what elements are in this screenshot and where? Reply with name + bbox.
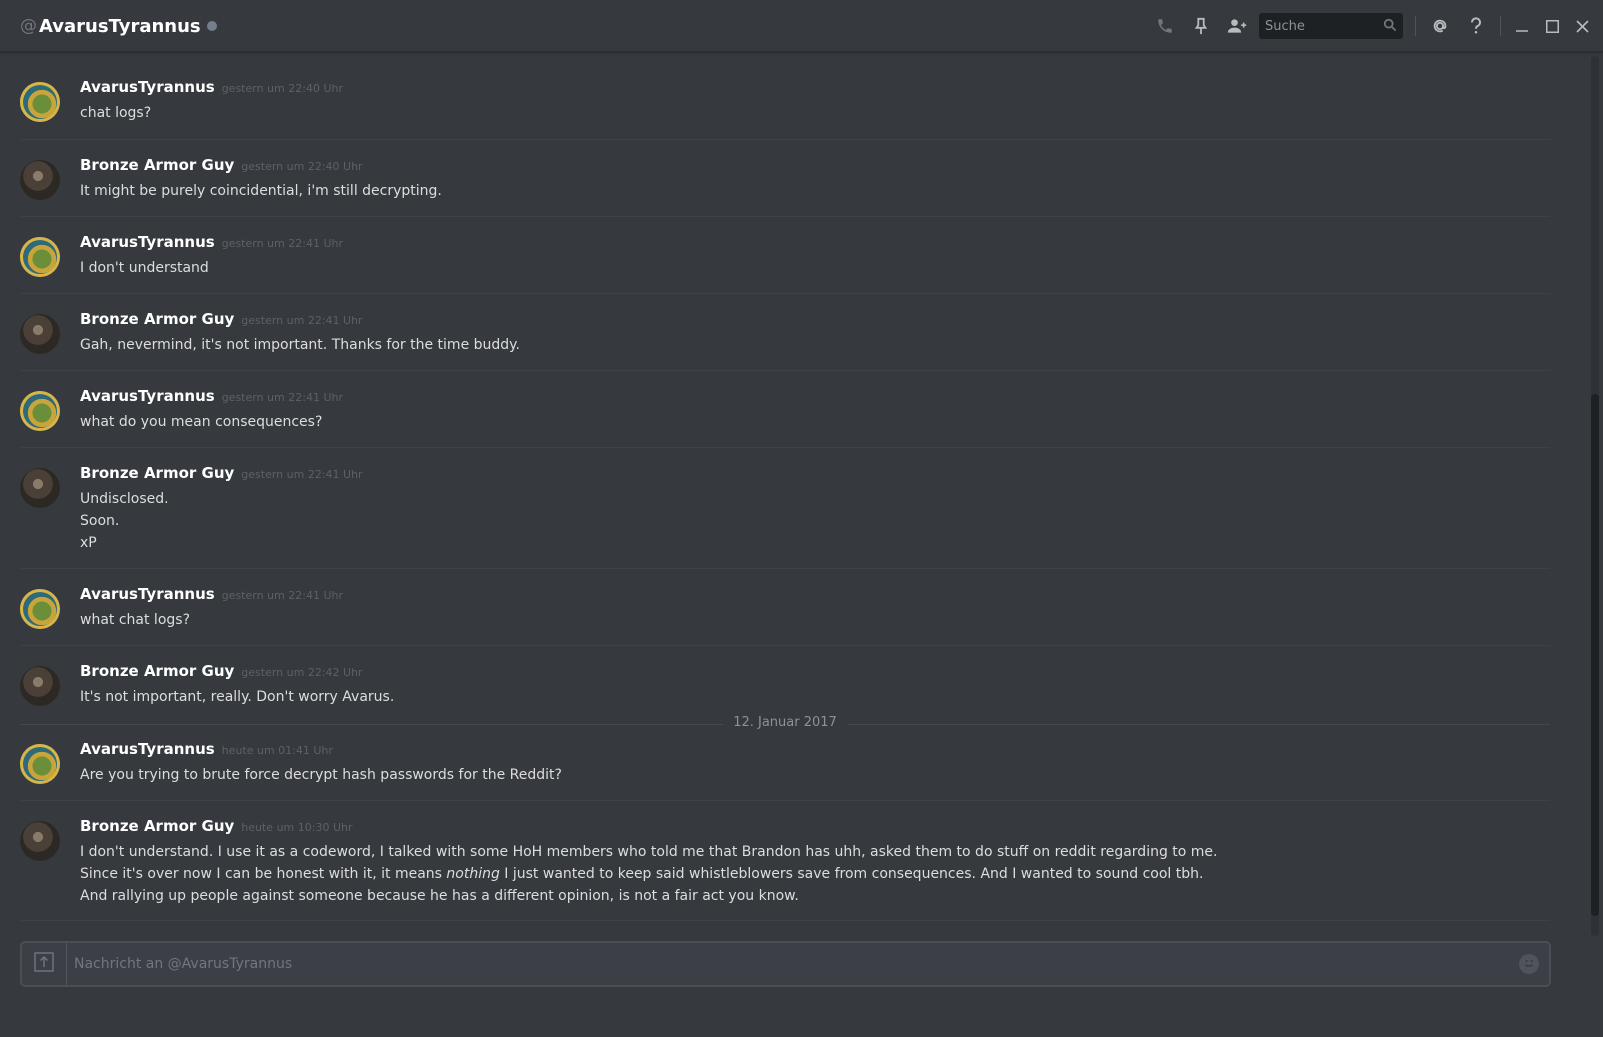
avatar[interactable] <box>20 82 60 122</box>
message-timestamp: heute um 01:41 Uhr <box>221 744 333 757</box>
message-author[interactable]: Bronze Armor Guy <box>80 464 234 482</box>
avatar[interactable] <box>20 468 60 508</box>
message-composer <box>20 941 1551 987</box>
message-text: I don't understand. I use it as a codewo… <box>80 844 1218 860</box>
message-author[interactable]: Bronze Armor Guy <box>80 662 234 680</box>
close-icon[interactable] <box>1567 12 1597 40</box>
message-text: Gah, nevermind, it's not important. Than… <box>80 337 520 353</box>
message-author[interactable]: AvarusTyrannus <box>80 740 215 758</box>
message-timestamp: gestern um 22:41 Uhr <box>221 589 343 602</box>
avatar[interactable] <box>20 744 60 784</box>
search-icon[interactable] <box>1383 17 1397 36</box>
message-text: chat logs? <box>80 105 152 121</box>
help-icon[interactable] <box>1458 12 1494 40</box>
message-text: Soon. <box>80 513 120 529</box>
message-group: Bronze Armor Guy gestern um 22:42 Uhr It'… <box>20 646 1550 724</box>
message-text: I don't understand <box>80 260 209 276</box>
search-input[interactable] <box>1265 18 1383 34</box>
message-group: Bronze Armor Guy gestern um 22:41 Uhr Gah… <box>20 294 1550 371</box>
divider <box>1500 16 1501 36</box>
channel-name[interactable]: AvarusTyrannus <box>39 16 201 37</box>
message-text: And rallying up people against someone b… <box>80 888 799 904</box>
search-box[interactable] <box>1259 13 1403 39</box>
avatar[interactable] <box>20 821 60 861</box>
message-group: AvarusTyrannus heute um 01:41 Uhr Are you… <box>20 724 1550 801</box>
message-group: Bronze Armor Guy gestern um 22:40 Uhr It … <box>20 140 1550 217</box>
avatar[interactable] <box>20 391 60 431</box>
message-author[interactable]: AvarusTyrannus <box>80 585 215 603</box>
channel-header: @ AvarusTyrannus <box>0 0 1603 52</box>
avatar[interactable] <box>20 237 60 277</box>
emoji-button[interactable] <box>1519 954 1539 974</box>
message-text: Since it's over now I can be honest with… <box>80 863 1550 885</box>
maximize-icon[interactable] <box>1537 12 1567 40</box>
message-timestamp: gestern um 22:41 Uhr <box>241 314 363 327</box>
message-group: AvarusTyrannus gestern um 22:40 Uhr chat … <box>20 62 1550 140</box>
message-timestamp: gestern um 22:41 Uhr <box>221 237 343 250</box>
message-author[interactable]: AvarusTyrannus <box>80 233 215 251</box>
mention-icon[interactable] <box>1422 12 1458 40</box>
message-text: what chat logs? <box>80 612 190 628</box>
message-input[interactable] <box>74 943 1509 985</box>
message-author[interactable]: AvarusTyrannus <box>80 387 215 405</box>
message-text-part: I just wanted to keep said whistleblower… <box>499 866 1204 882</box>
minimize-icon[interactable] <box>1507 12 1537 40</box>
scrollbar-thumb[interactable] <box>1591 394 1599 916</box>
emoji-icon <box>1522 955 1536 974</box>
message-group: AvarusTyrannus gestern um 22:41 Uhr what … <box>20 569 1550 646</box>
message-timestamp: gestern um 22:41 Uhr <box>241 468 363 481</box>
message-group: Bronze Armor Guy heute um 10:30 Uhr I don… <box>20 801 1550 921</box>
avatar[interactable] <box>20 589 60 629</box>
message-timestamp: heute um 10:30 Uhr <box>241 821 353 834</box>
avatar[interactable] <box>20 314 60 354</box>
message-timestamp: gestern um 22:40 Uhr <box>221 82 343 95</box>
message-text: Undisclosed. <box>80 491 169 507</box>
message-author[interactable]: Bronze Armor Guy <box>80 310 234 328</box>
message-text: It's not important, really. Don't worry … <box>80 689 395 705</box>
message-text-part: Since it's over now I can be honest with… <box>80 866 447 882</box>
upload-button[interactable] <box>22 943 67 985</box>
phone-icon[interactable] <box>1147 12 1183 40</box>
upload-icon <box>34 952 54 976</box>
pin-icon[interactable] <box>1183 12 1219 40</box>
message-author[interactable]: AvarusTyrannus <box>80 78 215 96</box>
avatar[interactable] <box>20 160 60 200</box>
divider <box>1415 16 1416 36</box>
message-timestamp: gestern um 22:42 Uhr <box>241 666 363 679</box>
channel-title-area: @ AvarusTyrannus <box>20 12 217 40</box>
message-text: It might be purely coincidential, i'm st… <box>80 183 442 199</box>
message-text-italic: nothing <box>446 866 500 882</box>
message-text: what do you mean consequences? <box>80 414 323 430</box>
message-author[interactable]: Bronze Armor Guy <box>80 817 234 835</box>
add-friend-icon[interactable] <box>1219 12 1255 40</box>
message-group: AvarusTyrannus gestern um 22:41 Uhr what … <box>20 371 1550 448</box>
avatar[interactable] <box>20 666 60 706</box>
message-author[interactable]: Bronze Armor Guy <box>80 156 234 174</box>
message-timestamp: gestern um 22:41 Uhr <box>221 391 343 404</box>
message-group: Bronze Armor Guy gestern um 22:41 Uhr Und… <box>20 448 1550 569</box>
at-symbol: @ <box>20 16 37 36</box>
message-group: AvarusTyrannus gestern um 22:41 Uhr I don… <box>20 217 1550 294</box>
message-timestamp: gestern um 22:40 Uhr <box>241 160 363 173</box>
status-indicator <box>206 21 217 31</box>
message-text: Are you trying to brute force decrypt ha… <box>80 767 562 783</box>
message-list[interactable]: AvarusTyrannus gestern um 22:40 Uhr chat … <box>0 62 1603 932</box>
header-toolbar <box>1147 0 1603 52</box>
scrollbar-track[interactable] <box>1591 56 1599 936</box>
message-text: xP <box>80 535 97 551</box>
